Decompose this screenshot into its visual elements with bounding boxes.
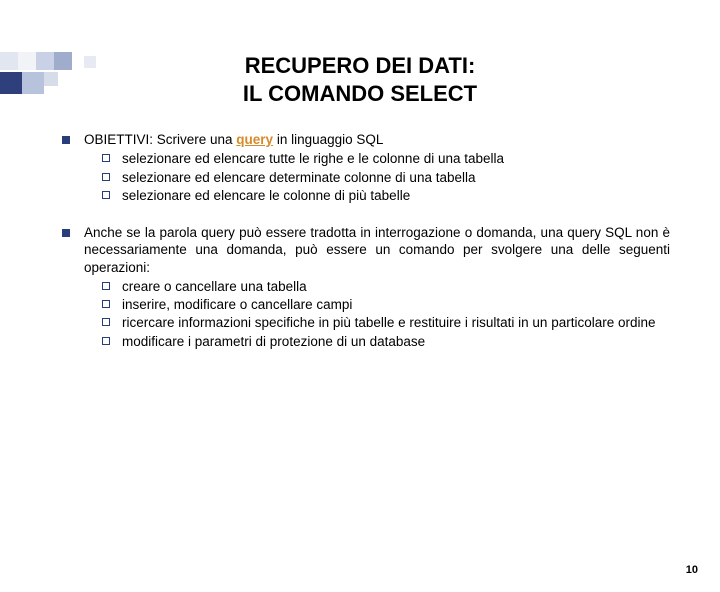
list-item: selezionare ed elencare tutte le righe e… bbox=[102, 150, 670, 167]
bullet-hollow-icon bbox=[102, 300, 110, 308]
description-lead: Anche se la parola query può essere trad… bbox=[84, 224, 670, 276]
bullet-hollow-icon bbox=[102, 318, 110, 326]
page-number: 10 bbox=[686, 564, 698, 576]
list-item: selezionare ed elencare le colonne di pi… bbox=[102, 187, 670, 204]
bullet-hollow-icon bbox=[102, 282, 110, 290]
list-item: ricercare informazioni specifiche in più… bbox=[102, 314, 670, 331]
list-item: modificare i parametri di protezione di … bbox=[102, 333, 670, 350]
bullet-hollow-icon bbox=[102, 154, 110, 162]
list-item: creare o cancellare una tabella bbox=[102, 278, 670, 295]
bullet-filled-icon bbox=[62, 136, 70, 144]
corner-decoration bbox=[0, 52, 140, 94]
objectives-lead: OBIETTIVI: Scrivere una query in linguag… bbox=[84, 131, 670, 148]
slide-content: OBIETTIVI: Scrivere una query in linguag… bbox=[62, 131, 670, 350]
bullet-hollow-icon bbox=[102, 337, 110, 345]
list-item: selezionare ed elencare determinate colo… bbox=[102, 169, 670, 186]
description-block: Anche se la parola query può essere trad… bbox=[62, 224, 670, 350]
bullet-hollow-icon bbox=[102, 191, 110, 199]
list-item: inserire, modificare o cancellare campi bbox=[102, 296, 670, 313]
bullet-hollow-icon bbox=[102, 173, 110, 181]
query-keyword: query bbox=[236, 132, 273, 147]
bullet-filled-icon bbox=[62, 229, 70, 237]
objectives-block: OBIETTIVI: Scrivere una query in linguag… bbox=[62, 131, 670, 204]
